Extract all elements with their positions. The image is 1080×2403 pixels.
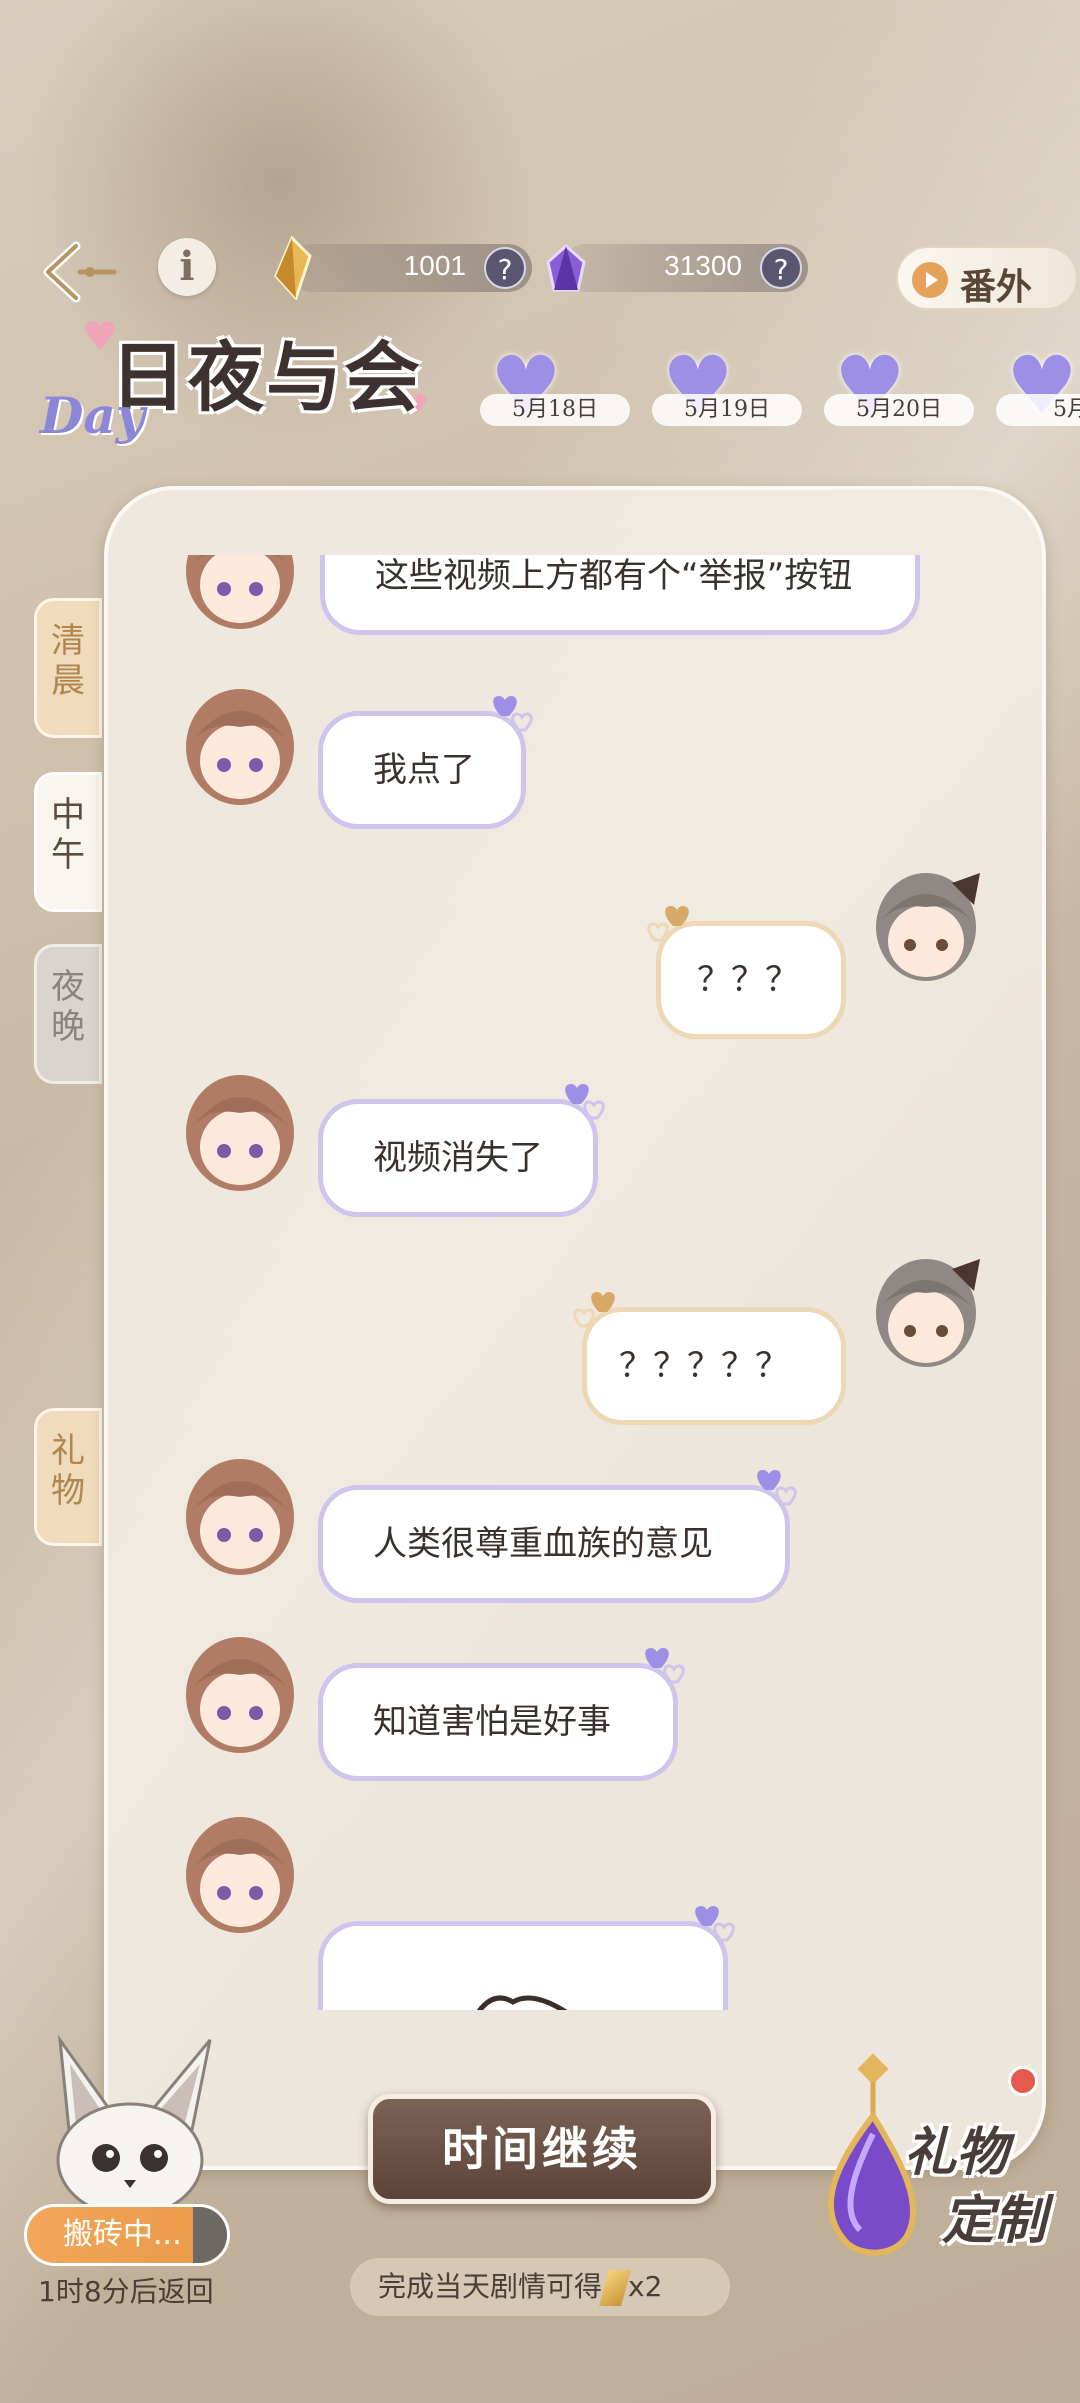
chat-scroll-area[interactable]: 这些视频上方都有个“举报”按钮 我点了 ？？？ 视频消失了 ？？？？？ 人类很尊… — [104, 555, 1046, 2010]
day-tab-label: 5月19日 — [652, 394, 802, 426]
message-text: 视频消失了 — [373, 1138, 543, 1178]
sticker-image-icon — [476, 1995, 568, 2010]
hearts-icon — [573, 1292, 615, 1328]
gold-currency-value: 1001 — [403, 250, 466, 281]
event-logo: ♥ ♥ 日夜与会 Day — [30, 300, 460, 460]
tab-gift[interactable]: 礼物 — [34, 1408, 102, 1546]
work-progress-remaining — [193, 2207, 227, 2263]
message-bubble: 知道害怕是好事 — [318, 1648, 685, 1781]
day-tab-label: 5月20日 — [824, 394, 974, 426]
purple-currency-display: 31300 ? — [546, 243, 808, 292]
info-button[interactable]: i — [158, 238, 216, 296]
back-arrow-icon[interactable] — [40, 240, 120, 304]
hearts-icon — [493, 696, 533, 732]
work-status-badge[interactable]: 搬砖中... — [24, 2204, 230, 2266]
day-tab-label: 5月 — [996, 394, 1080, 426]
avatar-him — [180, 681, 300, 811]
avatar-me — [866, 859, 986, 989]
avatar-him — [180, 1809, 300, 1939]
tab-noon[interactable]: 中午 — [34, 772, 102, 912]
message-text: 知道害怕是好事 — [373, 1702, 611, 1742]
extra-story-button[interactable]: 番外 — [896, 246, 1078, 310]
gift-custom-label-1: 礼物 — [904, 2122, 1009, 2183]
message-bubble: 这些视频上方都有个“举报”按钮 — [320, 555, 920, 635]
avatar-me — [866, 1245, 986, 1375]
day-tab-5-20[interactable]: ♥ 5月20日 — [824, 346, 974, 432]
info-icon: i — [179, 243, 195, 290]
tab-night[interactable]: 夜晚 — [34, 944, 102, 1084]
message-bubble: 视频消失了 — [318, 1084, 605, 1217]
event-day-label: Day — [40, 386, 145, 445]
message-bubble: 人类很尊重血族的意见 — [318, 1470, 797, 1603]
message-bubble: ？？？ — [647, 906, 846, 1039]
play-icon — [912, 262, 948, 298]
hearts-icon — [645, 1648, 685, 1684]
day-tab-5-19[interactable]: ♥ 5月19日 — [652, 346, 802, 432]
message-text: ？？？ — [697, 960, 799, 1000]
avatar-him — [180, 555, 300, 635]
gold-crystal-icon — [274, 236, 312, 300]
image-message-bubble[interactable] — [318, 1906, 735, 2010]
message-bubble: 我点了 — [318, 696, 533, 829]
hearts-icon — [647, 906, 689, 942]
hearts-icon — [565, 1084, 605, 1120]
gift-custom-label-2: 定制 — [942, 2190, 1047, 2251]
avatar-him — [180, 1629, 300, 1759]
tab-morning[interactable]: 清晨 — [34, 598, 102, 738]
avatar-him — [180, 1067, 300, 1197]
reward-count: x2 — [628, 2270, 663, 2303]
message-text: 我点了 — [373, 750, 475, 790]
return-timer: 1时8分后返回 — [38, 2275, 214, 2308]
extra-story-label: 番外 — [960, 266, 1033, 308]
day-tab-5-18[interactable]: ♥ 5月18日 — [480, 346, 630, 432]
hearts-icon — [757, 1470, 797, 1506]
notification-dot — [1008, 2066, 1038, 2096]
purple-currency-value: 31300 — [664, 250, 742, 281]
reward-hint: 完成当天剧情可得 x2 — [350, 2258, 730, 2316]
work-status-text: 搬砖中... — [63, 2217, 182, 2252]
gold-help-button[interactable]: ? — [484, 247, 526, 289]
avatar-him — [180, 1451, 300, 1581]
continue-time-button[interactable]: 时间继续 — [368, 2094, 716, 2204]
reward-text: 完成当天剧情可得 — [378, 2270, 603, 2303]
day-tab-label: 5月18日 — [480, 394, 630, 426]
gold-crystal-icon — [599, 2270, 631, 2306]
message-text: 人类很尊重血族的意见 — [373, 1524, 713, 1564]
day-tab-5-21[interactable]: ♥ 5月 — [996, 346, 1080, 432]
event-title: 日夜与会 — [110, 333, 422, 422]
purple-gem-icon — [546, 243, 586, 292]
purple-help-button[interactable]: ? — [760, 247, 802, 289]
gold-currency-display: 1001 ? — [274, 236, 532, 300]
message-text: 这些视频上方都有个“举报”按钮 — [375, 556, 853, 596]
message-bubble: ？？？？？ — [573, 1292, 846, 1425]
hearts-icon — [695, 1906, 735, 1942]
fox-mascot[interactable] — [40, 2030, 220, 2220]
message-text: ？？？？？ — [619, 1346, 789, 1386]
